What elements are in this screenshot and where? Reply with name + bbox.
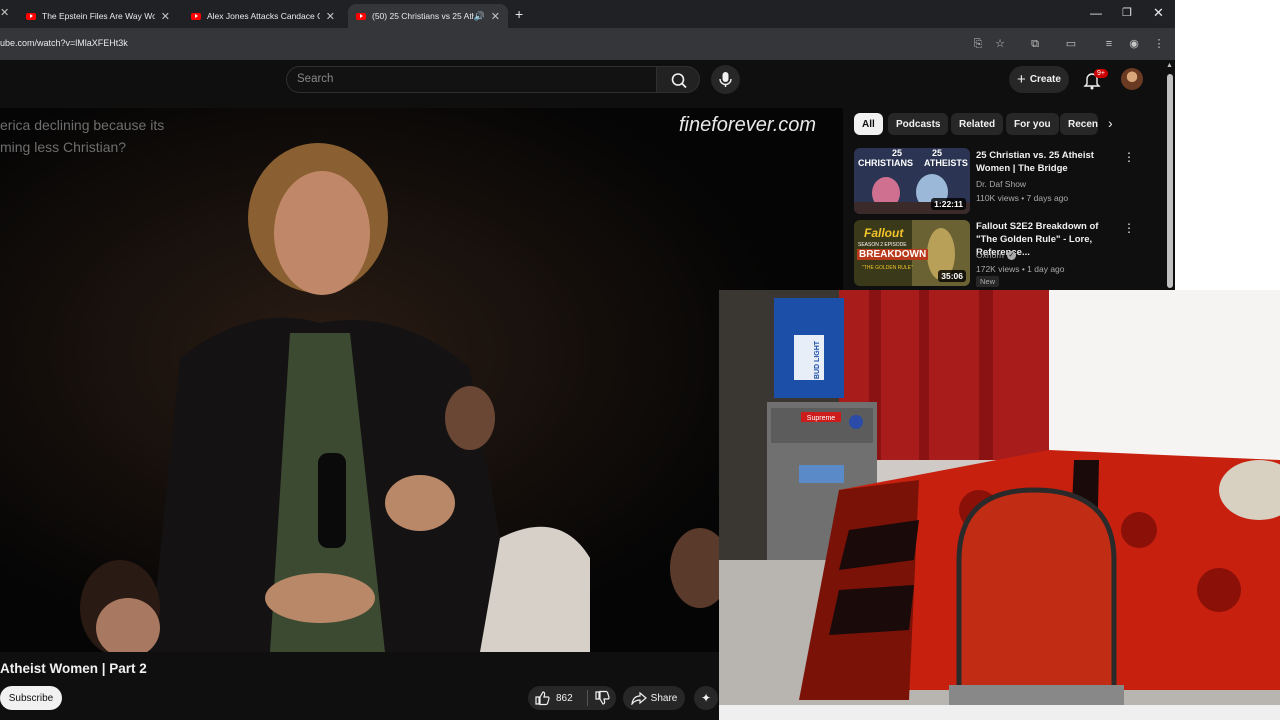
share-label: Share	[650, 692, 678, 704]
bookmark-star-icon[interactable]: ☆	[993, 37, 1007, 51]
plus-icon: +	[1017, 71, 1026, 88]
chip-podcasts[interactable]: Podcasts	[888, 113, 949, 135]
new-badge: New	[976, 276, 1000, 287]
tab-close-icon[interactable]: ✕	[161, 10, 170, 23]
new-tab-plus-icon[interactable]: +	[515, 6, 523, 22]
ask-sparkle-button[interactable]: ✦	[694, 686, 718, 710]
browser-tab[interactable]: Alex Jones Attacks Candace Ow ✕	[183, 4, 343, 28]
restore-window-icon[interactable]: ❐	[1122, 6, 1132, 19]
browser-tab-bar: ✕ The Epstein Files Are Way Wors ✕ Alex …	[0, 0, 1175, 28]
browser-tab[interactable]: The Epstein Files Are Way Wors ✕	[18, 4, 178, 28]
duration-badge: 1:22:11	[931, 198, 966, 210]
chip-for-you[interactable]: For you	[1006, 113, 1059, 135]
create-label: Create	[1029, 74, 1061, 85]
tab-title: (50) 25 Christians vs 25 Ath	[372, 11, 474, 21]
video-thumbnail[interactable]: Fallout SEASON 2 EPISODE BREAKDOWN "THE …	[854, 220, 970, 286]
video-watermark: fineforever.com	[679, 114, 817, 136]
tab-close-icon[interactable]: ✕	[0, 6, 9, 19]
audio-playing-icon[interactable]: 🔊	[474, 11, 485, 22]
video-caption-line: ming less Christian?	[0, 139, 127, 155]
tab-close-icon[interactable]: ✕	[326, 10, 335, 23]
notification-badge: 9+	[1094, 69, 1108, 78]
tab-close-icon[interactable]: ✕	[491, 10, 500, 23]
channel-row[interactable]: Oxhorn ✓	[976, 250, 1016, 260]
webcam-feed-image: BUD LIGHT Supreme	[719, 290, 1280, 720]
url-text[interactable]: ube.com/watch?v=lMlaXFEHt3k	[0, 38, 128, 48]
chip-related[interactable]: Related	[951, 113, 1004, 135]
tab-title: The Epstein Files Are Way Wors	[42, 11, 155, 21]
profile-icon[interactable]: ◉	[1127, 37, 1141, 51]
thumb-text: CHRISTIANS	[858, 158, 914, 168]
search-icon	[671, 73, 687, 89]
youtube-favicon-icon	[26, 12, 36, 20]
minimize-window-icon[interactable]: —	[1090, 6, 1102, 20]
verified-check-icon: ✓	[1006, 250, 1016, 260]
video-player[interactable]	[0, 108, 843, 652]
browser-menu-kebab-icon[interactable]: ⋮	[1152, 37, 1166, 51]
page-scrollbar-thumb[interactable]	[1167, 74, 1173, 288]
chip-recent[interactable]: Recen	[1060, 113, 1098, 135]
like-divider	[586, 690, 588, 706]
like-count[interactable]: 862	[556, 693, 573, 704]
chevron-right-icon[interactable]: ›	[1108, 115, 1113, 131]
channel-name[interactable]: Oxhorn	[976, 250, 1004, 260]
split-view-icon[interactable]: ▭	[1064, 37, 1078, 51]
channel-name[interactable]: Dr. Daf Show	[976, 179, 1026, 189]
share-button[interactable]: Share	[623, 686, 685, 710]
install-app-icon[interactable]: ⎘	[971, 37, 985, 51]
share-arrow-icon	[630, 691, 647, 705]
video-caption-line: erica declining because its	[0, 117, 165, 133]
more-actions-kebab-icon[interactable]: ⋮	[1123, 221, 1135, 235]
chip-all[interactable]: All	[854, 113, 883, 135]
thumbs-up-icon[interactable]	[534, 690, 550, 706]
subscribe-button[interactable]: Subscribe	[0, 686, 62, 710]
like-dislike-group: 862	[528, 686, 616, 710]
create-button[interactable]: + Create	[1009, 66, 1069, 93]
thumb-text: 25	[892, 148, 903, 158]
search-button[interactable]	[656, 66, 700, 93]
view-meta: 110K views • 7 days ago	[976, 193, 1069, 203]
extensions-puzzle-icon[interactable]: ⧉	[1028, 37, 1042, 51]
youtube-favicon-icon	[356, 12, 366, 20]
desktop-background	[1175, 0, 1280, 290]
video-thumbnail[interactable]: CHRISTIANS ATHEISTS 25 25 1:22:11	[854, 148, 970, 214]
account-avatar[interactable]	[1121, 68, 1143, 90]
recommendation-title[interactable]: 25 Christian vs. 25 Atheist Women | The …	[976, 149, 1121, 175]
webcam-overlay: BUD LIGHT Supreme	[719, 290, 1280, 720]
duration-badge: 35:06	[938, 270, 966, 282]
search-input[interactable]: Search	[286, 66, 657, 93]
close-window-icon[interactable]: ✕	[1153, 5, 1164, 21]
view-meta: 172K views • 1 day ago	[976, 264, 1065, 274]
box-label: BUD LIGHT	[814, 340, 821, 379]
thumb-text: BREAKDOWN	[857, 249, 929, 260]
fridge-sticker-text: Supreme	[807, 415, 836, 422]
thumb-text: SEASON 2 EPISODE	[858, 242, 907, 248]
thumb-text: 25	[932, 148, 943, 158]
thumb-text: "THE GOLDEN RULE"	[862, 265, 913, 271]
youtube-favicon-icon	[191, 12, 201, 20]
thumb-text: Fallout	[864, 226, 904, 240]
video-frame	[0, 108, 843, 652]
microphone-icon	[719, 72, 732, 87]
media-controls-icon[interactable]: ≡	[1102, 37, 1116, 51]
scroll-up-arrow-icon[interactable]: ▲	[1166, 62, 1173, 69]
thumbs-down-icon[interactable]	[594, 690, 610, 706]
browser-tab-active[interactable]: (50) 25 Christians vs 25 Ath 🔊 ✕	[348, 4, 508, 28]
voice-search-button[interactable]	[711, 65, 740, 94]
more-actions-kebab-icon[interactable]: ⋮	[1123, 150, 1135, 164]
tab-title: Alex Jones Attacks Candace Ow	[207, 11, 320, 21]
video-title: Atheist Women | Part 2	[0, 661, 147, 676]
thumb-text: ATHEISTS	[924, 158, 968, 168]
